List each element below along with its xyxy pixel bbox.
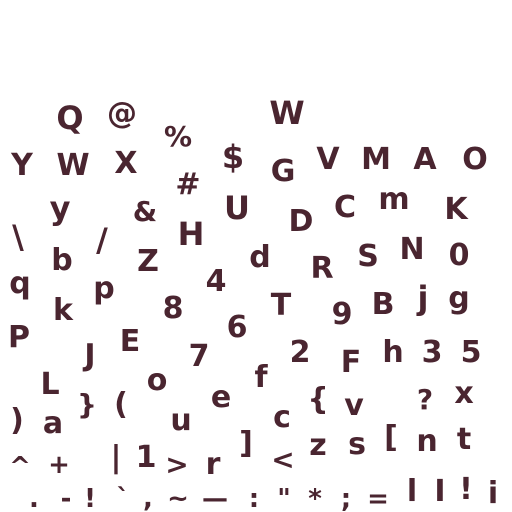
glyph: y <box>49 189 71 227</box>
glyph: s <box>348 427 366 462</box>
glyph: : <box>248 484 260 512</box>
glyph: c <box>273 400 291 435</box>
glyph: = <box>367 484 389 512</box>
glyph: p <box>93 271 115 306</box>
glyph: P <box>8 320 30 355</box>
glyph: 4 <box>205 264 227 299</box>
glyph: g <box>448 281 470 316</box>
glyph: | <box>110 440 122 475</box>
glyph: ! <box>459 472 473 507</box>
glyph: / <box>96 221 108 259</box>
glyph: Q <box>56 99 84 137</box>
glyph: H <box>177 215 205 253</box>
glyph: k <box>53 293 73 328</box>
glyph: . <box>29 484 39 512</box>
glyph: I <box>434 474 446 509</box>
glyph-canvas: Q @% W Y W X $ # G V M A Oy & U D Cm K \ / Hb Zd S N 0 Rq 4 k p 8 T 9 Bj… <box>0 0 512 512</box>
glyph: % <box>163 120 193 153</box>
glyph: [ <box>384 420 398 455</box>
glyph: 5 <box>460 335 482 370</box>
glyph: B <box>371 287 395 322</box>
glyph: K <box>444 192 468 227</box>
glyph: e <box>210 380 232 415</box>
glyph: < <box>271 443 295 476</box>
glyph: \ <box>12 218 24 256</box>
glyph: q <box>9 266 31 301</box>
glyph: W <box>269 94 305 132</box>
glyph: & <box>132 195 158 228</box>
glyph: U <box>224 189 250 227</box>
glyph: , <box>143 484 153 512</box>
glyph: 3 <box>421 335 443 370</box>
glyph: A <box>413 142 437 177</box>
glyph: ] <box>239 426 253 461</box>
glyph: S <box>357 239 379 274</box>
glyph: 0 <box>448 238 470 273</box>
glyph: > <box>165 448 189 481</box>
glyph: # <box>175 167 201 202</box>
glyph: 7 <box>188 339 210 374</box>
glyph: L <box>40 367 60 402</box>
glyph: N <box>399 232 425 267</box>
glyph: D <box>288 204 314 239</box>
glyph: X <box>114 146 138 181</box>
glyph: F <box>340 345 362 380</box>
glyph: R <box>310 251 334 286</box>
glyph: — <box>202 484 228 512</box>
glyph: b <box>51 243 73 278</box>
glyph: J <box>84 338 96 373</box>
glyph: M <box>361 142 391 177</box>
glyph: 2 <box>289 335 311 370</box>
glyph: } <box>77 388 97 421</box>
glyph: O <box>462 142 488 177</box>
glyph: Y <box>11 148 33 183</box>
glyph: - <box>60 484 72 512</box>
glyph: d <box>249 240 271 275</box>
glyph: l <box>406 474 418 509</box>
glyph: G <box>270 154 296 189</box>
glyph: 1 <box>135 440 157 475</box>
glyph: W <box>56 148 90 183</box>
glyph: r <box>205 447 221 482</box>
glyph: 9 <box>331 297 353 332</box>
glyph: " <box>277 484 291 512</box>
glyph: j <box>417 279 429 317</box>
glyph: ( <box>114 387 128 422</box>
glyph: o <box>146 363 168 398</box>
glyph: f <box>254 360 268 395</box>
glyph: z <box>309 428 327 463</box>
glyph: Z <box>137 244 159 279</box>
glyph: V <box>316 142 340 177</box>
glyph: ! <box>84 484 96 512</box>
glyph: i <box>487 476 499 511</box>
glyph: n <box>416 424 438 459</box>
glyph: 6 <box>226 310 248 345</box>
glyph: + <box>48 450 70 480</box>
glyph: $ <box>221 138 245 176</box>
glyph: { <box>307 382 329 417</box>
glyph: * <box>308 484 322 512</box>
glyph: ) <box>10 403 24 438</box>
glyph: a <box>42 406 64 441</box>
glyph: @ <box>107 96 137 131</box>
glyph: u <box>170 403 192 438</box>
glyph: t <box>456 422 472 457</box>
glyph: ^ <box>9 452 31 482</box>
glyph: x <box>454 376 474 411</box>
glyph: C <box>333 190 357 225</box>
glyph: ? <box>416 383 434 416</box>
glyph: ` <box>116 484 130 512</box>
glyph: 8 <box>162 291 184 326</box>
glyph: v <box>344 388 364 423</box>
glyph: ; <box>340 484 352 512</box>
glyph: ~ <box>167 484 189 512</box>
glyph: h <box>382 335 404 370</box>
glyph: m <box>378 182 410 217</box>
glyph: E <box>119 324 141 359</box>
glyph: T <box>270 288 292 323</box>
